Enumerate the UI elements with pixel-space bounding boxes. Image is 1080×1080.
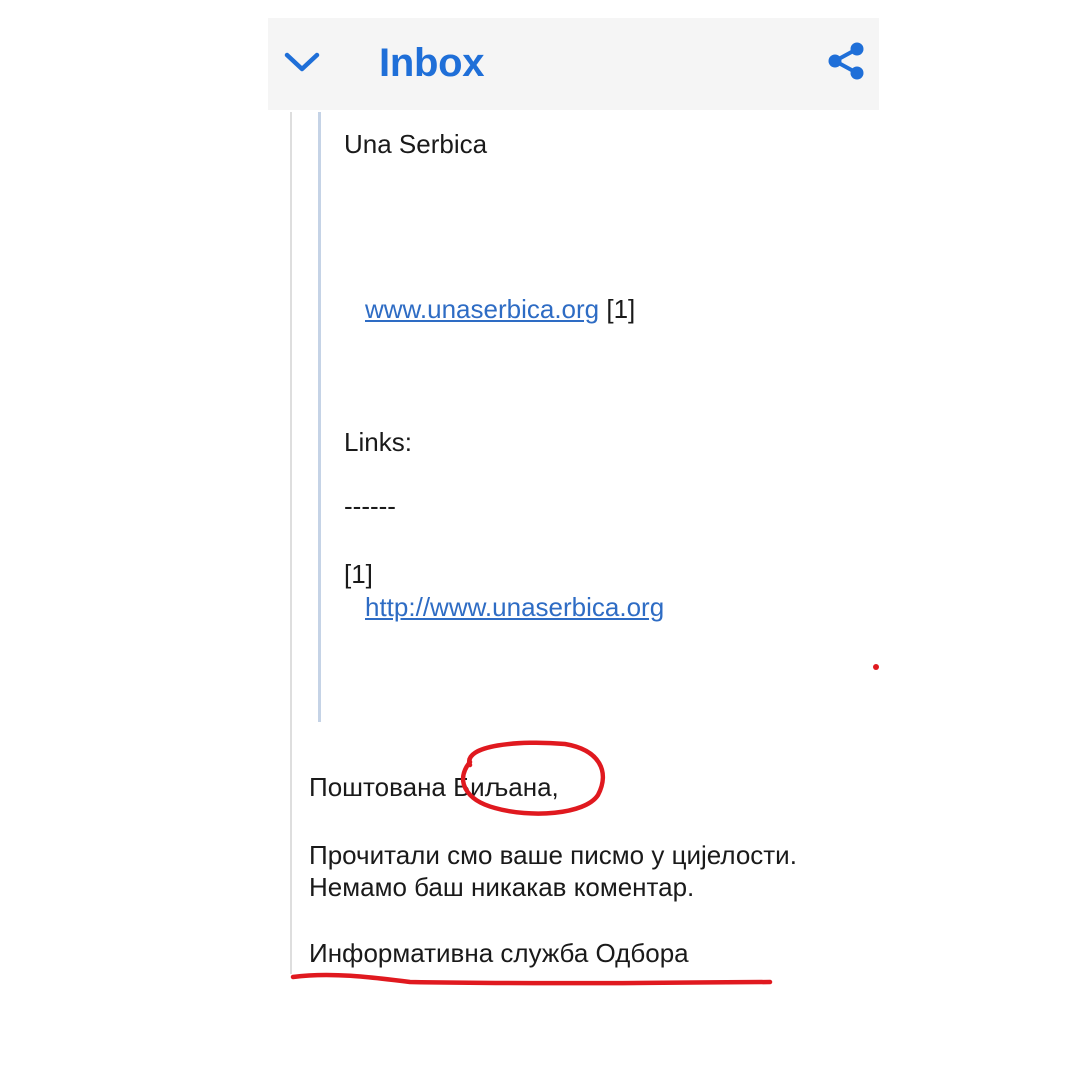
ref-url-link[interactable]: http://www.unaserbica.org [365, 592, 664, 622]
reply-signature: Информативна служба Одбора [309, 938, 689, 968]
links-heading: Links: [344, 427, 412, 457]
chevron-down-icon[interactable] [280, 40, 324, 84]
ref-number: [1] [344, 559, 373, 589]
reply-line-2: Немамо баш никакав коментар. [309, 872, 695, 902]
quoted-signature-name: Una Serbica [344, 129, 488, 159]
reply-line-1: Прочитали смо ваше писмо у цијелости. [309, 840, 797, 870]
reply-greeting: Поштована Биљана, [309, 771, 559, 803]
greeting-prefix: Поштована [309, 772, 454, 802]
quoted-website-line: www.unaserbica.org [1] [365, 293, 635, 325]
links-separator: ------ [344, 491, 396, 521]
annotation-dot [873, 664, 879, 670]
website-ref: [1] [606, 294, 636, 324]
share-icon[interactable] [824, 39, 868, 83]
annotation-underline [290, 972, 773, 986]
app-bar: Inbox [268, 18, 879, 110]
quote-bar [318, 112, 321, 722]
greeting-name: Биљана, [453, 772, 559, 802]
page-title: Inbox [379, 41, 485, 85]
website-link[interactable]: www.unaserbica.org [365, 294, 599, 324]
red-annotation-overlay [290, 664, 879, 986]
ref-url-line: http://www.unaserbica.org [365, 591, 664, 623]
message-indent-rule [290, 112, 292, 974]
